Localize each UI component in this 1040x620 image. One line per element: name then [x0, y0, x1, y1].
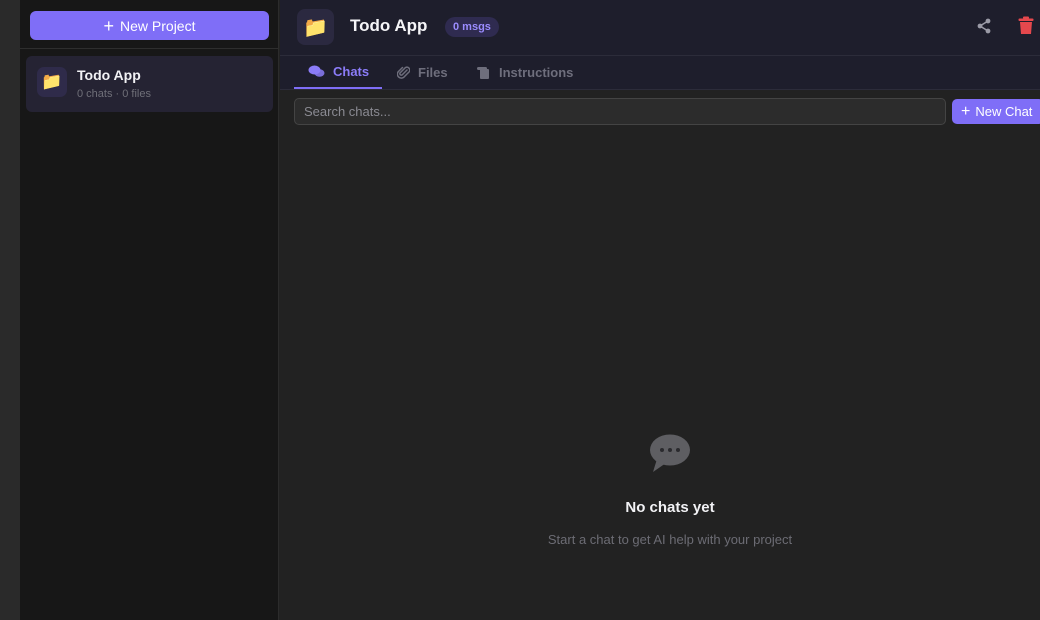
- search-input[interactable]: [294, 98, 946, 125]
- speech-bubble-icon: [650, 434, 690, 472]
- project-item-todo-app[interactable]: 📁 Todo App 0 chats · 0 files: [26, 56, 273, 112]
- chats-icon: [308, 65, 325, 77]
- tab-files[interactable]: Files: [397, 56, 448, 89]
- project-header: 📁 Todo App 0 msgs: [280, 0, 1040, 56]
- tab-chats[interactable]: Chats: [294, 56, 382, 89]
- trash-icon[interactable]: [1018, 16, 1034, 35]
- tab-bar: Chats Files Instructions: [280, 56, 1040, 90]
- left-rail: [0, 0, 20, 620]
- sidebar: + New Project 📁 Todo App 0 chats · 0 fil…: [20, 0, 279, 620]
- new-project-button[interactable]: + New Project: [30, 11, 269, 40]
- tab-instructions[interactable]: Instructions: [476, 56, 573, 89]
- folder-icon: 📁: [297, 9, 334, 45]
- paperclip-icon: [397, 65, 410, 79]
- folder-icon: 📁: [37, 67, 67, 97]
- new-project-label: New Project: [120, 17, 196, 34]
- sidebar-header: + New Project: [20, 0, 278, 49]
- main-panel: 📁 Todo App 0 msgs Chats Files Instructio…: [280, 0, 1040, 620]
- plus-icon: +: [103, 15, 115, 36]
- scroll-icon: [477, 66, 489, 79]
- message-count-badge: 0 msgs: [445, 17, 499, 37]
- empty-state-subtitle: Start a chat to get AI help with your pr…: [547, 532, 793, 547]
- tab-files-label: Files: [418, 65, 448, 80]
- plus-icon: +: [961, 102, 971, 120]
- project-meta: 0 chats · 0 files: [77, 88, 151, 100]
- new-chat-label: New Chat: [975, 104, 1033, 119]
- project-name: Todo App: [77, 67, 141, 83]
- tab-chats-label: Chats: [333, 64, 370, 79]
- empty-state-title: No chats yet: [625, 499, 715, 516]
- page-title: Todo App: [350, 16, 428, 35]
- new-chat-button[interactable]: + New Chat: [952, 99, 1040, 124]
- share-icon[interactable]: [975, 17, 993, 35]
- tab-instructions-label: Instructions: [499, 65, 574, 80]
